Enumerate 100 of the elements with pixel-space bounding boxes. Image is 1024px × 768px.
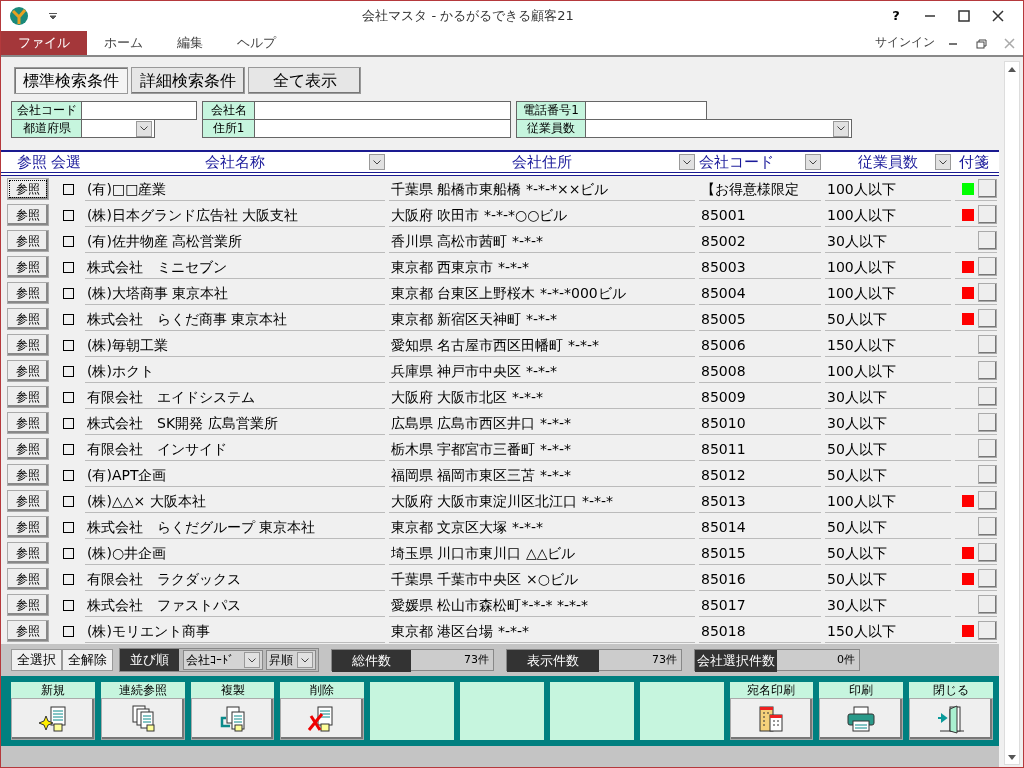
checkbox[interactable]	[63, 183, 74, 195]
view-button[interactable]: 参照	[7, 438, 49, 460]
close-button[interactable]	[909, 698, 993, 740]
counter-value: 73件	[599, 650, 681, 670]
tag-button[interactable]	[978, 569, 997, 588]
checkbox[interactable]	[63, 209, 74, 221]
checkbox[interactable]	[63, 313, 74, 325]
close-icon[interactable]	[991, 10, 1005, 22]
chevron-icon	[809, 159, 817, 165]
checkbox[interactable]	[63, 261, 74, 273]
tag-button[interactable]	[978, 205, 997, 224]
filter-button[interactable]	[679, 154, 695, 170]
table-cell: 広島県 広島市西区井口 *-*-*	[389, 411, 695, 435]
sort-field-select[interactable]: 会社ｺｰﾄﾞ	[182, 650, 263, 670]
checkbox[interactable]	[63, 365, 74, 377]
view-button[interactable]: 参照	[7, 386, 49, 408]
sort-label: 並び順	[120, 649, 179, 671]
tag-button[interactable]	[978, 413, 997, 432]
button-label: 新規	[11, 682, 95, 698]
counter-label: 表示件数	[507, 650, 599, 672]
table-cell: 株式会社 ファストパス	[85, 593, 385, 617]
view-button[interactable]: 参照	[7, 464, 49, 486]
tag-button[interactable]	[978, 283, 997, 302]
new-button[interactable]	[11, 698, 95, 740]
search-tab[interactable]: 詳細検索条件	[131, 67, 245, 94]
deselect-all-button[interactable]: 全解除	[62, 649, 113, 671]
dropdown-icon[interactable]	[49, 13, 57, 19]
view-button[interactable]: 参照	[7, 282, 49, 304]
table-cell: 85002	[699, 229, 821, 253]
select-all-button[interactable]: 全選択	[11, 649, 62, 671]
tag-button[interactable]	[978, 621, 997, 640]
checkbox[interactable]	[63, 599, 74, 611]
series-button[interactable]	[100, 698, 185, 740]
tag-button[interactable]	[978, 517, 997, 536]
tag-button[interactable]	[978, 595, 997, 614]
table-cell: 株式会社 ミニセブン	[85, 255, 385, 279]
checkbox[interactable]	[63, 287, 74, 299]
table-cell: 85018	[699, 619, 821, 643]
show-all-button[interactable]: 全て表示	[248, 67, 361, 94]
dropdown-button[interactable]	[297, 652, 313, 668]
checkbox[interactable]	[63, 573, 74, 585]
tag-button[interactable]	[978, 387, 997, 406]
checkbox[interactable]	[63, 495, 74, 507]
view-button[interactable]: 参照	[7, 256, 49, 278]
view-button[interactable]: 参照	[7, 620, 49, 642]
tag-button[interactable]	[978, 465, 997, 484]
dropdown-button[interactable]	[243, 652, 260, 668]
print-button[interactable]	[819, 698, 904, 740]
view-button[interactable]: 参照	[7, 490, 49, 512]
filter-button[interactable]	[935, 154, 951, 170]
tag-button[interactable]	[978, 491, 997, 510]
view-button[interactable]: 参照	[7, 334, 49, 356]
tag-button[interactable]	[978, 361, 997, 380]
filter-button[interactable]	[369, 154, 385, 170]
menu-tab[interactable]: ホーム	[87, 31, 160, 55]
tag-button[interactable]	[978, 231, 997, 250]
table-cell: 50人以下	[825, 437, 951, 461]
tag-button[interactable]	[978, 335, 997, 354]
view-button[interactable]: 参照	[7, 412, 49, 434]
menu-tab[interactable]: ファイル	[1, 31, 87, 55]
menu-tab[interactable]: ヘルプ	[220, 31, 293, 55]
view-button[interactable]: 参照	[7, 594, 49, 616]
search-tab[interactable]: 標準検索条件	[14, 67, 128, 94]
view-button[interactable]: 参照	[7, 230, 49, 252]
view-button[interactable]: 参照	[7, 178, 49, 200]
tag-button[interactable]	[978, 179, 997, 198]
checkbox[interactable]	[63, 469, 74, 481]
checkbox[interactable]	[63, 443, 74, 455]
checkbox[interactable]	[63, 417, 74, 429]
address-button[interactable]	[729, 698, 814, 740]
view-button[interactable]: 参照	[7, 360, 49, 382]
help-button[interactable]: ?	[879, 6, 913, 26]
view-button[interactable]: 参照	[7, 308, 49, 330]
sign-in-link[interactable]: サインイン	[875, 31, 935, 55]
scrollbar[interactable]	[1004, 61, 1020, 765]
checkbox[interactable]	[63, 625, 74, 637]
checkbox[interactable]	[63, 339, 74, 351]
copy-button[interactable]	[190, 698, 275, 740]
view-button[interactable]: 参照	[7, 516, 49, 538]
tag-button[interactable]	[978, 309, 997, 328]
view-button[interactable]: 参照	[7, 568, 49, 590]
table-cell: (株)○井企画	[85, 541, 385, 565]
sort-order-select[interactable]: 昇順	[266, 650, 316, 670]
checkbox[interactable]	[63, 521, 74, 533]
view-button[interactable]: 参照	[7, 204, 49, 226]
table-cell: 千葉県 千葉市中央区 ×○ビル	[389, 567, 695, 591]
restore-icon[interactable]	[975, 37, 987, 49]
maximize-icon[interactable]	[957, 10, 971, 22]
delete-button[interactable]	[280, 698, 365, 740]
table-cell: 東京都 台東区上野桜木 *-*-*000ビル	[389, 281, 695, 305]
menu-tab[interactable]: 編集	[160, 31, 220, 55]
tag-button[interactable]	[978, 543, 997, 562]
tag-button[interactable]	[978, 439, 997, 458]
checkbox[interactable]	[63, 391, 74, 403]
filter-button[interactable]	[805, 154, 821, 170]
chevron-icon	[247, 657, 256, 663]
checkbox[interactable]	[63, 547, 74, 559]
checkbox[interactable]	[63, 235, 74, 247]
view-button[interactable]: 参照	[7, 542, 49, 564]
tag-button[interactable]	[978, 257, 997, 276]
